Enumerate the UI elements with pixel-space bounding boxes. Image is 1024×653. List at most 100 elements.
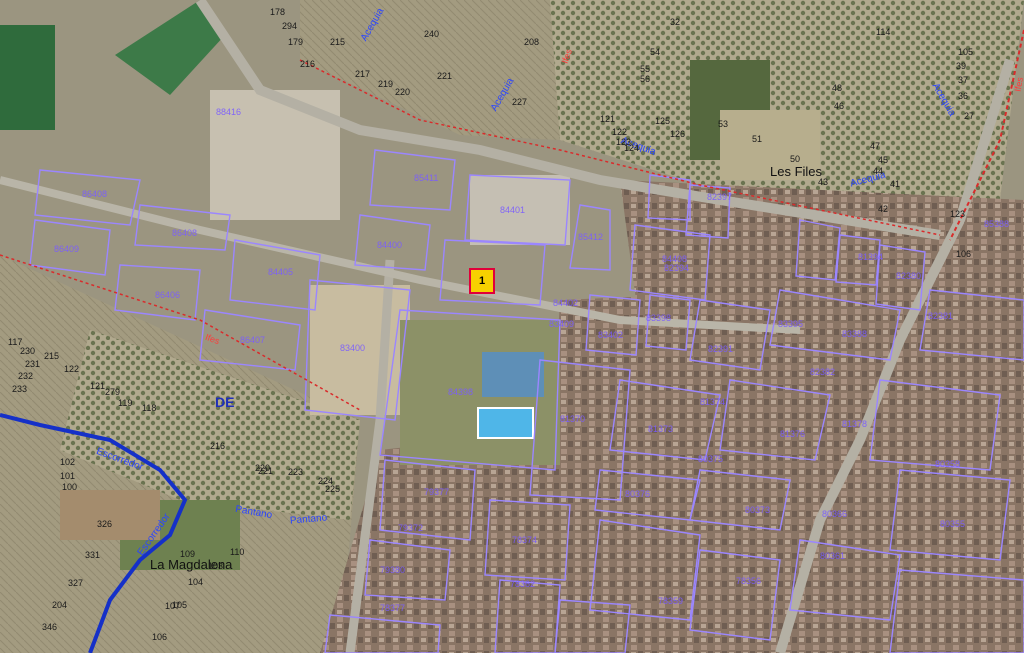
block-number-label: 86406 (155, 290, 181, 300)
parcel-number-label: 231 (25, 359, 41, 369)
parcel-number-label: 179 (288, 37, 304, 47)
parcel-number-label: 220 (395, 87, 411, 97)
road-label: Ifes (1012, 76, 1024, 93)
parcel-number-label: 215 (44, 351, 60, 361)
block-number-label: 82394 (664, 263, 690, 273)
parcel-number-label: 327 (68, 578, 84, 588)
block-number-label: 79380 (380, 565, 406, 575)
parcel-number-label: 227 (512, 97, 528, 107)
block-number-label: 84401 (500, 205, 526, 215)
parcel-number-label: 48 (832, 83, 843, 93)
parcel-number-label: 230 (20, 346, 36, 356)
parcel-number-label: 221 (437, 71, 453, 81)
parcel-number-label: 331 (85, 550, 101, 560)
block-number-label: 84405 (268, 267, 294, 277)
field-pale-southwest (60, 490, 160, 540)
block-number-label: 79377 (424, 487, 450, 497)
block-number-label: 83388 (842, 329, 868, 339)
parcel-number-label: 47 (870, 141, 881, 151)
block-number-label: 84398 (448, 387, 474, 397)
parcel-number-label: 37 (958, 75, 969, 85)
map-canvas[interactable]: Les Files La Magdalena DE Acequia Acequia Ace… (0, 0, 1024, 653)
block-number-label: 78374 (512, 535, 538, 545)
parcel-number-label: 50 (790, 154, 801, 164)
parcel-number-label: 326 (97, 519, 113, 529)
parcel-number-label: 100 (62, 482, 78, 492)
parcel-number-label: 106 (152, 632, 168, 642)
selected-parcel-marker[interactable]: 1 (469, 268, 495, 294)
parcel-number-label: 178 (270, 7, 286, 17)
parcel-number-label: 223 (288, 467, 304, 477)
block-number-label: 83400 (340, 343, 366, 353)
parcel-number-label: 216 (300, 59, 316, 69)
parcel-number-label: 219 (378, 79, 394, 89)
parcel-number-label: 217 (355, 69, 371, 79)
parcel-number-label: 41 (890, 179, 901, 189)
parcel-number-label: 126 (670, 129, 686, 139)
block-number-label: 84400 (377, 240, 403, 250)
parcel-number-label: 208 (524, 37, 540, 47)
parcel-number-label: 39 (956, 61, 967, 71)
parcel-number-label: 106 (956, 249, 972, 259)
block-number-label: 83398 (646, 313, 672, 323)
parcel-number-label: 123 (950, 209, 966, 219)
block-number-label: 83409 (549, 319, 575, 329)
block-number-label: 81378 (842, 419, 868, 429)
block-number-label: 80361 (820, 551, 846, 561)
block-number-label: 88416 (216, 107, 242, 117)
parcel-number-label: 121 (600, 114, 616, 124)
block-number-label: 82380 (896, 271, 922, 281)
parcel-number-label: 109 (180, 549, 196, 559)
block-number-label: 82391 (708, 344, 734, 354)
parcel-number-label: 125 (655, 116, 671, 126)
block-number-label: 83395 (778, 319, 804, 329)
parcel-number-label: 45 (878, 155, 889, 165)
block-number-label: 85411 (414, 173, 439, 183)
parcel-number-label: 54 (650, 47, 661, 57)
block-number-label: 80355 (940, 519, 966, 529)
parcel-number-label: 225 (325, 484, 341, 494)
parcel-number-label: 119 (118, 398, 133, 408)
parcel-number-label: 122 (612, 127, 628, 137)
parcel-number-label: 44 (873, 166, 884, 176)
parcel-number-label: 53 (718, 119, 729, 129)
parcel-number-label: 124 (624, 143, 640, 153)
parcel-number-label: 232 (18, 371, 34, 381)
parcel-number-label: 36 (958, 91, 969, 101)
parcel-number-label: 105 (958, 47, 974, 57)
block-number-label: 80358 (935, 459, 961, 469)
block-number-label: 78377 (380, 603, 406, 613)
block-number-label: 81394 (858, 252, 884, 262)
parcel-number-label: 240 (424, 29, 440, 39)
parcel-number-label: 43 (818, 177, 829, 187)
parcel-number-label: 102 (60, 457, 76, 467)
block-number-label: 80376 (625, 489, 651, 499)
block-number-label: 83402 (598, 330, 624, 340)
block-number-label: 82381 (928, 311, 954, 321)
block-number-label: 80366 (822, 509, 848, 519)
parcel-number-label: 215 (330, 37, 346, 47)
parcel-number-label: 224 (318, 476, 334, 486)
parcel-number-label: 46 (834, 101, 845, 111)
parcel-number-label: 114 (876, 27, 891, 37)
parcel-number-label: 122 (64, 364, 80, 374)
block-number-label: 85388 (984, 219, 1010, 229)
parcel-number-label: 121 (90, 381, 106, 391)
block-number-label: 78359 (658, 596, 684, 606)
parcel-number-label: 32 (670, 17, 681, 27)
block-number-label: 80375 (698, 454, 724, 464)
parcel-number-label: 279 (105, 387, 121, 397)
block-number-label: 78356 (736, 576, 762, 586)
parcel-number-label: 104 (188, 577, 204, 587)
parcel-number-label: 55 (640, 64, 651, 74)
block-number-label: 86409 (54, 244, 80, 254)
block-number-label: 82397 (707, 192, 733, 202)
block-number-label: 81376 (780, 429, 806, 439)
block-number-label: 81374 (700, 397, 726, 407)
block-number-label: 86407 (240, 335, 266, 345)
swimming-pool (477, 407, 534, 439)
pool-building (482, 352, 544, 397)
football-pitch-1 (0, 25, 55, 130)
parcel-number-label: 294 (282, 21, 298, 31)
selected-parcel-number: 1 (478, 275, 486, 287)
